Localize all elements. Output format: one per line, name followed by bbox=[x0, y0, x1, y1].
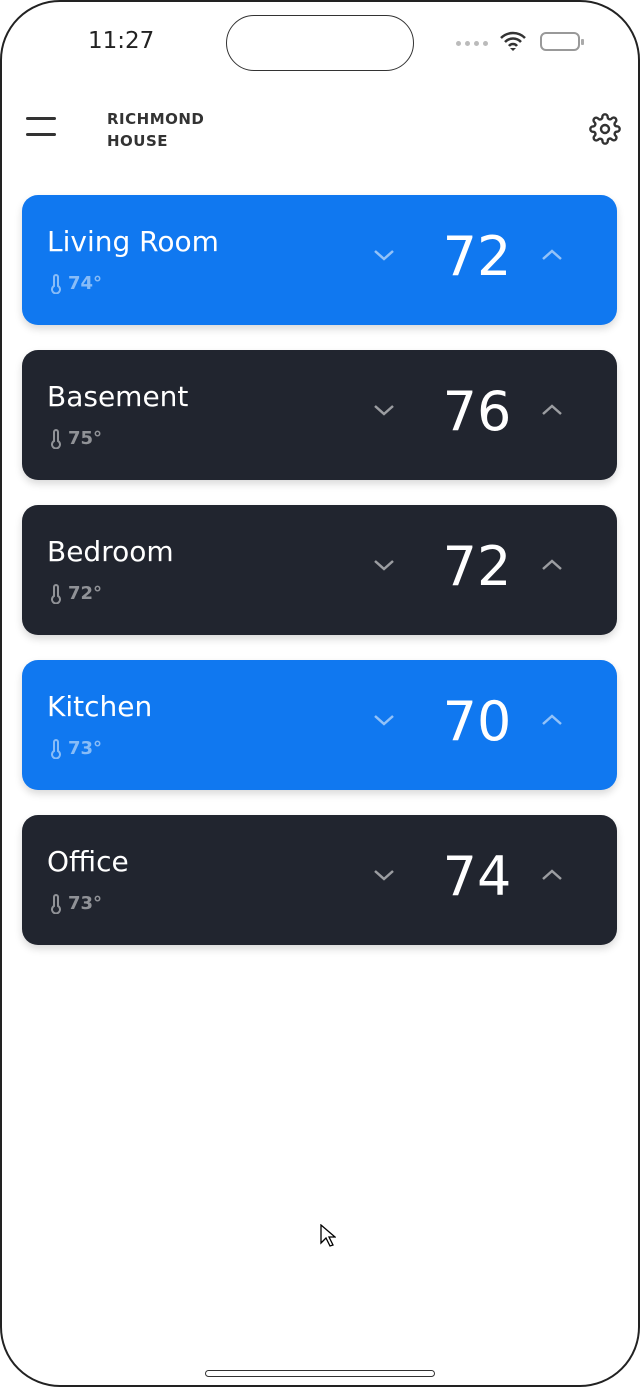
thermometer-icon bbox=[51, 738, 61, 759]
current-temperature: 73° bbox=[50, 738, 102, 759]
current-temperature-value: 73° bbox=[68, 893, 103, 914]
thermometer-icon bbox=[51, 428, 61, 449]
battery-icon bbox=[540, 32, 584, 51]
chevron-up-icon[interactable] bbox=[540, 712, 564, 728]
chevron-up-icon[interactable] bbox=[540, 867, 564, 883]
wifi-icon bbox=[500, 31, 526, 51]
current-temperature: 73° bbox=[50, 893, 102, 914]
current-temperature-value: 75° bbox=[68, 428, 103, 449]
thermometer-icon bbox=[51, 273, 61, 294]
room-card[interactable]: Bedroom 72° 72 bbox=[22, 505, 617, 635]
chevron-down-icon[interactable] bbox=[372, 867, 396, 883]
setpoint-value: 76 bbox=[442, 380, 512, 443]
room-name: Office bbox=[47, 845, 129, 878]
thermometer-icon bbox=[51, 893, 61, 914]
signal-icon bbox=[456, 41, 488, 46]
room-name: Kitchen bbox=[47, 690, 153, 723]
room-name: Basement bbox=[47, 380, 189, 413]
setpoint-value: 72 bbox=[442, 535, 512, 598]
setpoint-value: 70 bbox=[442, 690, 512, 753]
current-temperature-value: 72° bbox=[68, 583, 103, 604]
chevron-up-icon[interactable] bbox=[540, 247, 564, 263]
chevron-down-icon[interactable] bbox=[372, 247, 396, 263]
room-card[interactable]: Basement 75° 76 bbox=[22, 350, 617, 480]
dynamic-island bbox=[226, 15, 414, 71]
setpoint-value: 72 bbox=[442, 225, 512, 288]
mouse-cursor-icon bbox=[320, 1224, 336, 1247]
title-line-1: RICHMOND bbox=[107, 110, 205, 128]
setpoint-value: 74 bbox=[442, 845, 512, 908]
chevron-down-icon[interactable] bbox=[372, 712, 396, 728]
page-title: RICHMOND HOUSE bbox=[107, 108, 204, 152]
room-card[interactable]: Office 73° 74 bbox=[22, 815, 617, 945]
chevron-up-icon[interactable] bbox=[540, 402, 564, 418]
room-card[interactable]: Kitchen 73° 70 bbox=[22, 660, 617, 790]
chevron-down-icon[interactable] bbox=[372, 557, 396, 573]
current-temperature: 72° bbox=[50, 583, 102, 604]
gear-icon[interactable] bbox=[589, 113, 621, 145]
current-temperature-value: 74° bbox=[68, 273, 103, 294]
room-name: Bedroom bbox=[47, 535, 174, 568]
hamburger-icon[interactable] bbox=[26, 117, 56, 137]
chevron-down-icon[interactable] bbox=[372, 402, 396, 418]
status-time: 11:27 bbox=[88, 28, 155, 54]
current-temperature-value: 73° bbox=[68, 738, 103, 759]
room-name: Living Room bbox=[47, 225, 219, 258]
current-temperature: 74° bbox=[50, 273, 102, 294]
home-indicator[interactable] bbox=[205, 1370, 435, 1377]
chevron-up-icon[interactable] bbox=[540, 557, 564, 573]
room-card[interactable]: Living Room 74° 72 bbox=[22, 195, 617, 325]
current-temperature: 75° bbox=[50, 428, 102, 449]
title-line-2: HOUSE bbox=[107, 132, 169, 150]
thermometer-icon bbox=[51, 583, 61, 604]
